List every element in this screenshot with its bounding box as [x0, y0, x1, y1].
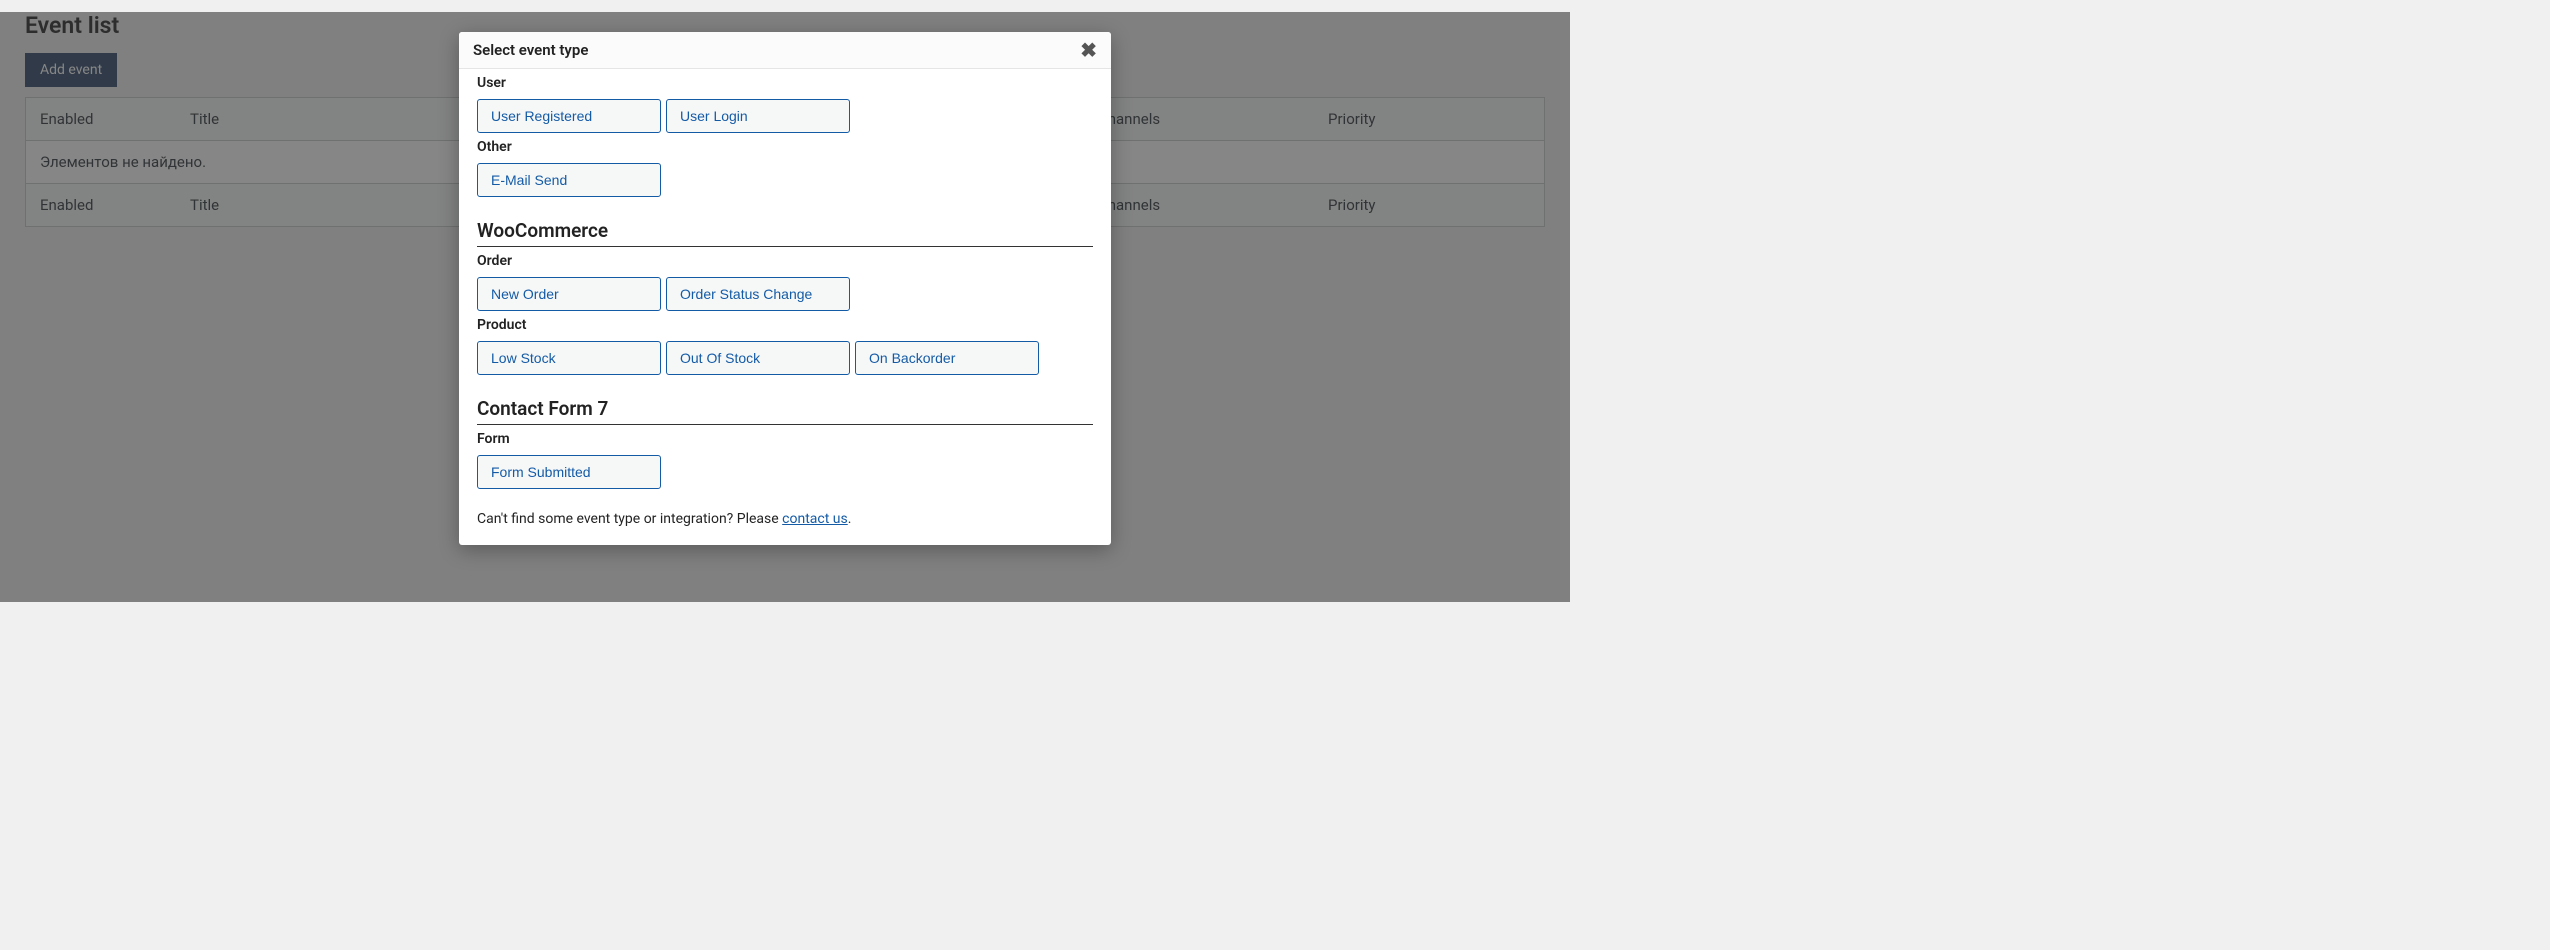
event-option-order-status-change[interactable]: Order Status Change: [666, 277, 850, 311]
footer-suffix: .: [848, 511, 852, 527]
select-event-type-modal: Select event type ✖ User User Registered…: [459, 32, 1111, 545]
group-label-order: Order: [477, 253, 1093, 269]
modal-overlay[interactable]: Select event type ✖ User User Registered…: [0, 12, 1570, 602]
event-option-form-submitted[interactable]: Form Submitted: [477, 455, 661, 489]
group-label-user: User: [477, 75, 1093, 91]
page-root: Event list Add event Enabled Title Chann…: [0, 12, 1570, 602]
close-icon[interactable]: ✖: [1080, 40, 1097, 60]
group-label-form: Form: [477, 431, 1093, 447]
modal-title: Select event type: [473, 41, 588, 59]
event-option-email-send[interactable]: E-Mail Send: [477, 163, 661, 197]
section-heading-cf7: Contact Form 7: [477, 397, 1093, 425]
event-option-user-login[interactable]: User Login: [666, 99, 850, 133]
contact-us-link[interactable]: contact us: [782, 511, 848, 527]
modal-body: User User Registered User Login Other E-…: [459, 69, 1111, 545]
modal-footer-note: Can't find some event type or integratio…: [477, 511, 1093, 527]
group-label-other: Other: [477, 139, 1093, 155]
event-option-user-registered[interactable]: User Registered: [477, 99, 661, 133]
event-option-on-backorder[interactable]: On Backorder: [855, 341, 1039, 375]
footer-prefix: Can't find some event type or integratio…: [477, 511, 782, 527]
section-heading-woocommerce: WooCommerce: [477, 219, 1093, 247]
group-label-product: Product: [477, 317, 1093, 333]
event-option-new-order[interactable]: New Order: [477, 277, 661, 311]
event-option-low-stock[interactable]: Low Stock: [477, 341, 661, 375]
event-option-out-of-stock[interactable]: Out Of Stock: [666, 341, 850, 375]
modal-header: Select event type ✖: [459, 32, 1111, 69]
